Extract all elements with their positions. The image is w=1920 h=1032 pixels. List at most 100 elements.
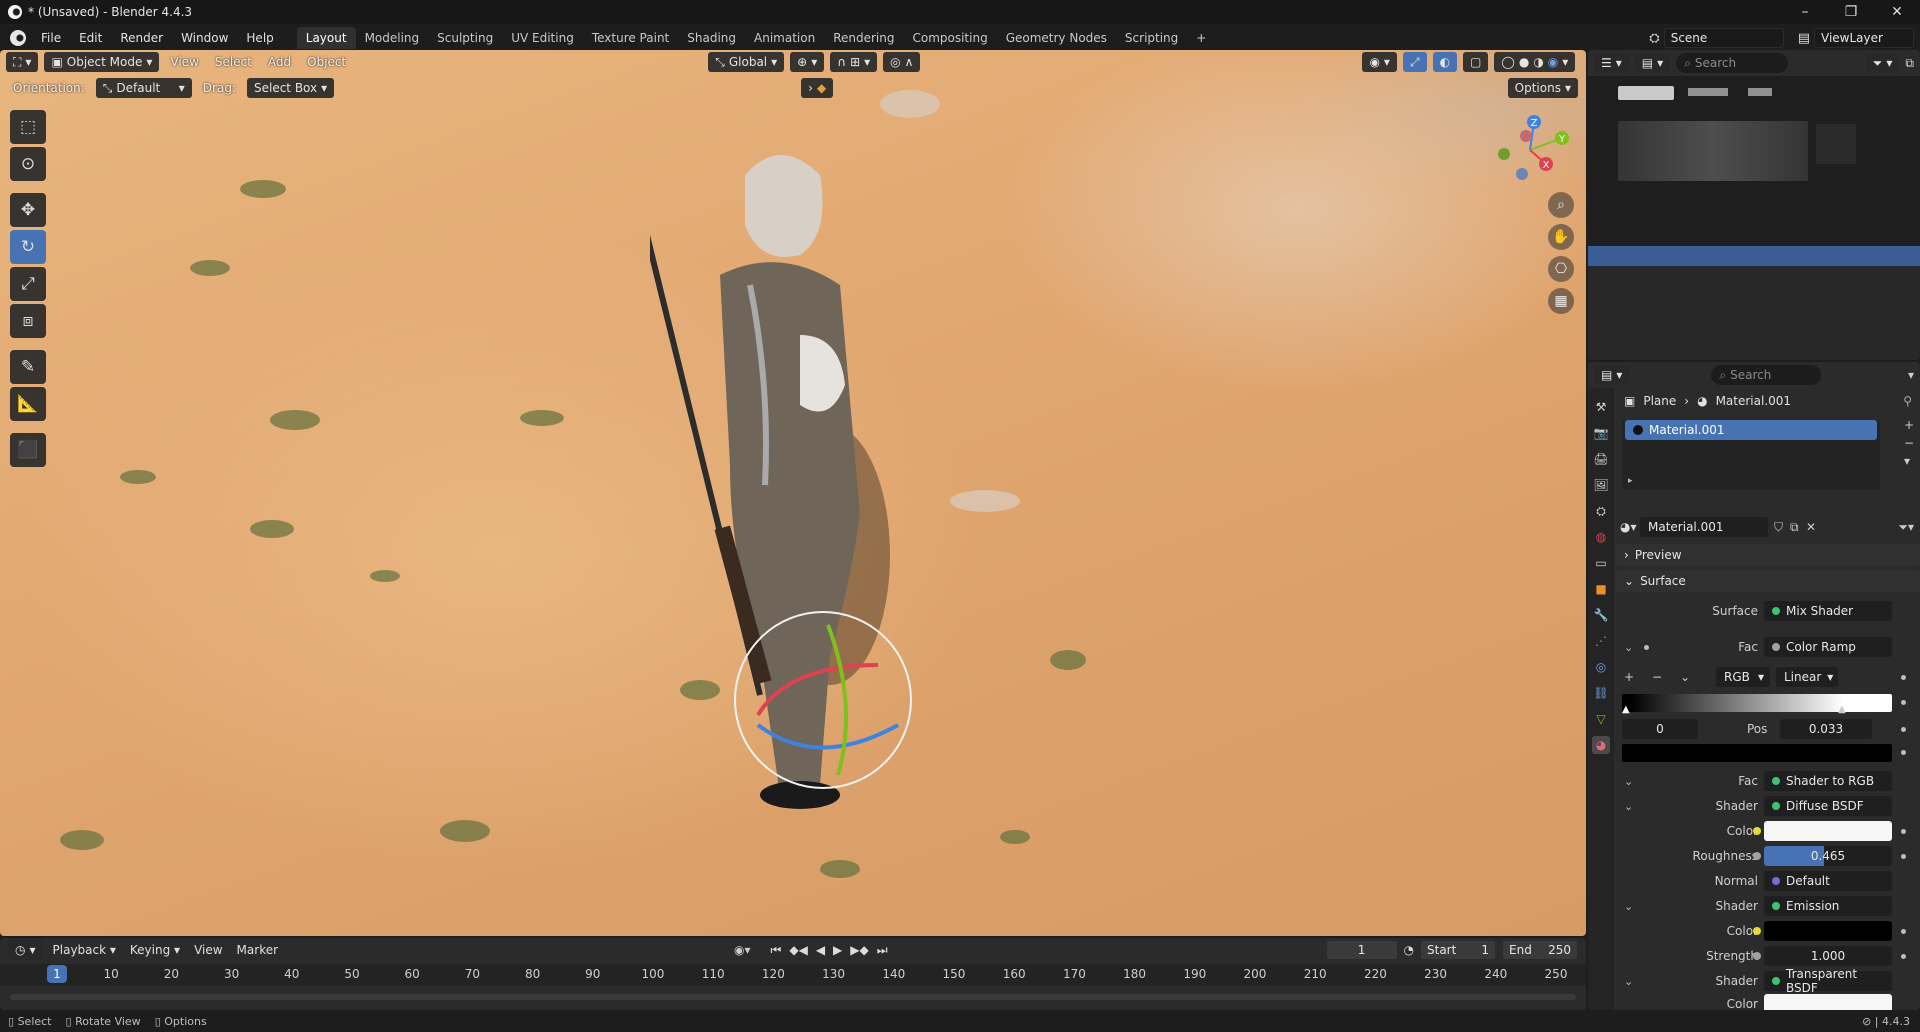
ramp-index-field[interactable]: 0 <box>1622 719 1698 739</box>
material-name-field[interactable]: Material.001 <box>1640 517 1768 537</box>
shading-buttons[interactable]: ◯ ● ◑ ◉ ▾ <box>1494 52 1576 72</box>
visibility-button[interactable]: ◉ ▾ <box>1362 52 1397 72</box>
menu-add[interactable]: Add <box>263 55 296 69</box>
duplicate-icon[interactable]: ⧉ <box>1790 520 1799 535</box>
transform-tool[interactable]: ⧈ <box>10 304 46 338</box>
menu-edit[interactable]: Edit <box>70 31 111 45</box>
menu-playback[interactable]: Playback ▾ <box>49 943 120 957</box>
menu-window[interactable]: Window <box>172 31 237 45</box>
remove-stop-button[interactable]: − <box>1652 670 1662 684</box>
rendered-shading-icon[interactable]: ◉ <box>1548 55 1558 69</box>
menu-help[interactable]: Help <box>237 31 282 45</box>
material-shading-icon[interactable]: ◑ <box>1533 55 1543 69</box>
annotate-tool[interactable]: ✎ <box>10 350 46 384</box>
render-tab[interactable]: 📷 <box>1592 424 1610 442</box>
menu-timeline-view[interactable]: View <box>190 943 226 957</box>
playhead[interactable]: 1 <box>47 965 67 983</box>
ramp-menu-button[interactable]: ⌄ <box>1680 670 1690 684</box>
world-tab[interactable]: ◍ <box>1592 528 1610 546</box>
gizmo-toggle-button[interactable]: ⤢ <box>1402 52 1427 72</box>
roughness-slider[interactable]: 0.465 <box>1764 846 1892 866</box>
remove-slot-button[interactable]: − <box>1904 436 1914 450</box>
tab-animation[interactable]: Animation <box>745 27 824 49</box>
shader3-field[interactable]: Transparent BSDF <box>1764 967 1892 995</box>
tool-tab[interactable]: ⚒ <box>1592 398 1610 416</box>
tab-modeling[interactable]: Modeling <box>356 27 429 49</box>
proportional-edit-button[interactable]: ◎ ∧ <box>883 52 921 72</box>
play-icon[interactable]: ▶ <box>833 943 842 958</box>
scene-field[interactable]: Scene <box>1663 28 1784 48</box>
menu-select[interactable]: Select <box>210 55 257 69</box>
unlink-icon[interactable]: ✕ <box>1806 520 1816 534</box>
surface-panel-header[interactable]: ⌄ Surface <box>1616 570 1920 592</box>
timeline-scrollbar[interactable] <box>10 994 1576 1000</box>
gizmo-neg-y-axis[interactable] <box>1498 148 1510 160</box>
fake-user-icon[interactable]: ⛉ <box>1774 520 1783 535</box>
snap-button[interactable]: ∩ ⊞ ▾ <box>830 52 878 72</box>
maximize-button[interactable]: ❐ <box>1828 0 1874 24</box>
material-filter-icon[interactable]: ⏷▾ <box>1898 520 1914 535</box>
solid-shading-icon[interactable]: ● <box>1519 55 1529 69</box>
shader1-field[interactable]: Diffuse BSDF <box>1764 796 1892 816</box>
ramp-stop-black[interactable]: ▲ <box>1622 704 1630 715</box>
physics-tab[interactable]: ◎ <box>1592 658 1610 676</box>
timeline-editor-type[interactable]: ◷ ▾ <box>8 940 43 960</box>
add-stop-button[interactable]: + <box>1624 670 1634 684</box>
timeline-ruler[interactable]: 10 20 30 40 50 60 70 80 90 100 110 120 130 140 150 160 1… <box>0 964 1586 986</box>
tab-sculpting[interactable]: Sculpting <box>428 27 502 49</box>
ramp-stop-white[interactable]: ▲ <box>1838 704 1846 715</box>
xray-button[interactable]: ▢ <box>1463 52 1489 72</box>
add-workspace-button[interactable]: + <box>1187 27 1215 49</box>
asset-shelf-toggle[interactable]: › ◆ <box>801 78 834 98</box>
3d-viewport[interactable]: ⛶ ▾ ▣ Object Mode ▾ View Select Add Object … <box>0 50 1586 936</box>
view-layer-tab[interactable]: 🖼 <box>1592 476 1610 494</box>
tab-scripting[interactable]: Scripting <box>1116 27 1187 49</box>
data-tab[interactable]: ▽ <box>1592 710 1610 728</box>
menu-keying[interactable]: Keying ▾ <box>126 943 184 957</box>
options-dropdown[interactable]: Options ▾ <box>1507 78 1578 98</box>
start-frame-field[interactable]: Start 1 <box>1420 940 1496 960</box>
preview-panel-header[interactable]: › Preview <box>1616 544 1920 566</box>
scene-tab[interactable]: ⛭ <box>1592 502 1610 520</box>
menu-file[interactable]: File <box>32 31 70 45</box>
outliner-search[interactable]: ⌕ Search <box>1676 53 1789 73</box>
cursor-tool[interactable]: ⊙ <box>10 147 46 181</box>
editor-type-button[interactable]: ⛶ ▾ <box>6 52 39 72</box>
chevron-down-icon[interactable]: ⌄ <box>1624 900 1633 913</box>
menu-render[interactable]: Render <box>111 31 172 45</box>
end-frame-field[interactable]: End 250 <box>1502 940 1578 960</box>
add-slot-button[interactable]: + <box>1904 418 1914 432</box>
zoom-button[interactable]: ⌕ <box>1548 192 1574 218</box>
rotate-gizmo[interactable] <box>728 605 918 795</box>
gizmo-neg-x-axis[interactable] <box>1520 130 1532 142</box>
fac2-input-field[interactable]: Shader to RGB <box>1764 771 1892 791</box>
drag-setting-dropdown[interactable]: Select Box ▾ <box>246 78 335 98</box>
material-slot-row[interactable]: Material.001 <box>1625 420 1877 440</box>
modifier-tab[interactable]: 🔧 <box>1592 606 1610 624</box>
scale-tool[interactable]: ⤢ <box>10 267 46 301</box>
normal-field[interactable]: Default <box>1764 871 1892 891</box>
mode-dropdown[interactable]: ▣ Object Mode ▾ <box>44 52 160 72</box>
tab-uv-editing[interactable]: UV Editing <box>502 27 583 49</box>
material-tab[interactable]: ◕ <box>1592 736 1610 754</box>
chevron-down-icon[interactable]: ⌄ <box>1624 775 1633 788</box>
properties-search[interactable]: ⌕ Search <box>1711 365 1822 385</box>
blender-menu-icon[interactable] <box>10 30 26 46</box>
output-tab[interactable]: 🖨 <box>1592 450 1610 468</box>
fac-input-field[interactable]: Color Ramp <box>1764 637 1892 657</box>
move-tool[interactable]: ✥ <box>10 193 46 227</box>
pan-button[interactable]: ✋ <box>1548 224 1574 250</box>
constraints-tab[interactable]: ⛓ <box>1592 684 1610 702</box>
measure-tool[interactable]: 📐 <box>10 387 46 421</box>
gizmo-neg-z-axis[interactable] <box>1516 168 1528 180</box>
menu-marker[interactable]: Marker <box>233 943 282 957</box>
slot-specials-button[interactable]: ▾ <box>1904 454 1914 468</box>
stopwatch-icon[interactable]: ◔ <box>1404 943 1414 957</box>
chevron-down-icon[interactable]: ⌄ <box>1624 975 1633 988</box>
display-mode-button[interactable]: ▤ ▾ <box>1634 53 1671 73</box>
perspective-toggle-button[interactable]: ▦ <box>1548 288 1574 314</box>
overlay-toggle-button[interactable]: ◐ <box>1432 52 1458 72</box>
chevron-down-icon[interactable]: ⌄ <box>1624 800 1633 813</box>
chevron-down-icon[interactable]: ⌄ <box>1624 641 1633 654</box>
add-cube-tool[interactable]: ⬛ <box>10 433 46 467</box>
